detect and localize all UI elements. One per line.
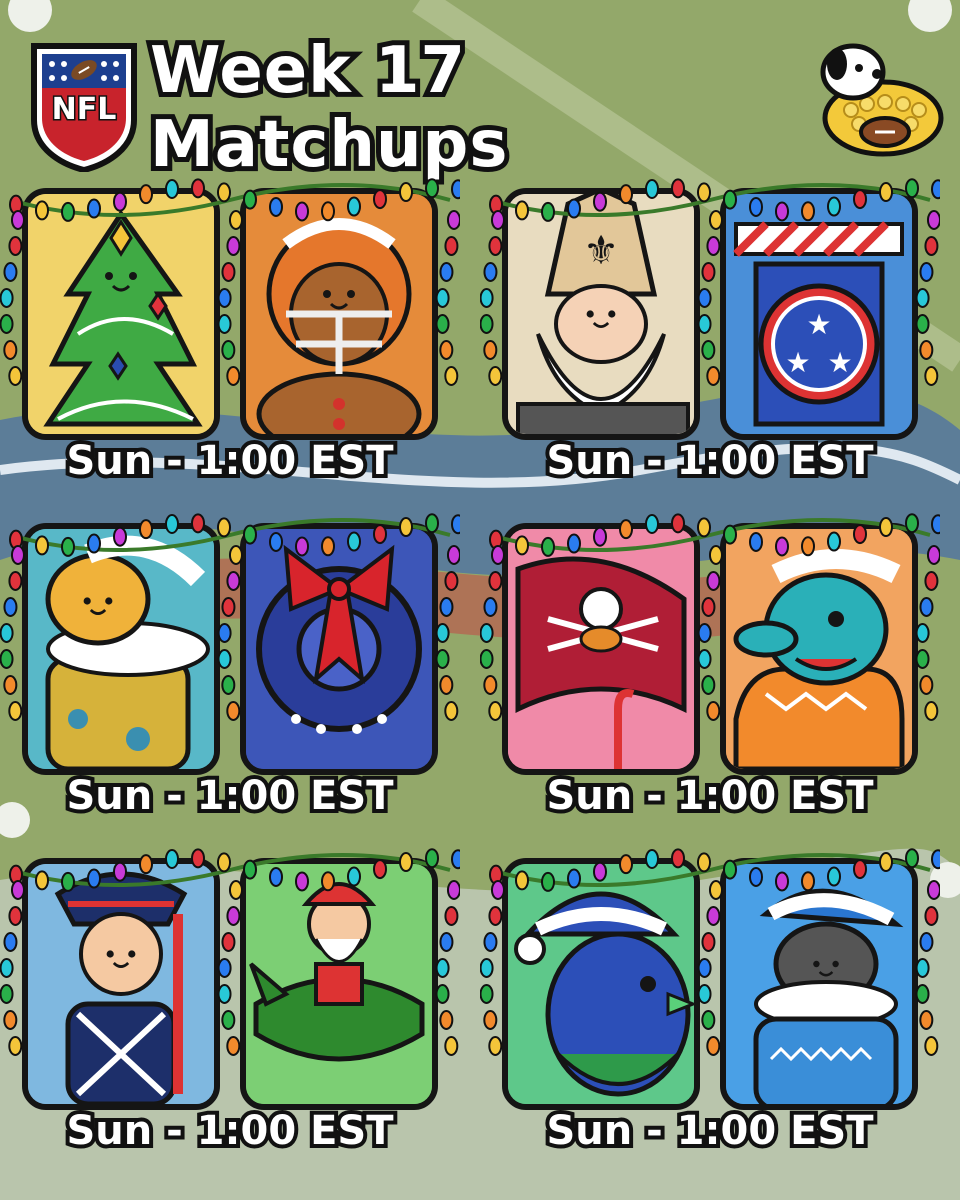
team-card-left [22,523,220,775]
header: Week 17 Matchups NFL [0,0,960,187]
team-card-left [22,188,220,440]
team-card-right [240,523,438,775]
cat-in-stocking-icon [726,864,912,1104]
page-title: Week 17 Matchups [145,29,815,187]
game-time-label: Sun - 1:00 EST [62,1104,397,1158]
game-time-label: Sun - 1:00 EST [542,434,877,488]
game-time-label: Sun - 1:00 EST [542,769,877,823]
santa-in-plane-icon [246,864,432,1104]
jaguar-in-stocking-icon [28,529,214,769]
dog-corn-mascot-icon [820,43,944,157]
nfl-logo-label: NFL [50,91,118,129]
pirate-flag-icon [508,529,694,769]
page-title-text: Week 17 Matchups [145,29,512,187]
game-time-label: Sun - 1:00 EST [542,1104,877,1158]
svg-text:★: ★ [806,308,831,341]
team-card-right [720,523,918,775]
svg-text:⚜: ⚜ [583,228,619,274]
team-card-right [240,188,438,440]
game-time-label: Sun - 1:00 EST [62,769,397,823]
gingerbread-football-player-icon [246,194,432,434]
blue-bird-in-hat-icon [508,864,694,1104]
wreath-with-bow-icon [246,529,432,769]
matchup-card: Sun - 1:00 EST [0,170,460,490]
team-card-right: ★ ★ ★ [720,188,918,440]
matchup-card: Sun - 1:00 EST [0,505,460,825]
svg-text:★: ★ [827,346,852,379]
christmas-tree-icon [28,194,214,434]
team-card-right [240,858,438,1110]
team-card-left [502,858,700,1110]
game-time-label: Sun - 1:00 EST [62,434,397,488]
team-card-left: ⚜ [502,188,700,440]
matchup-card: Sun - 1:00 EST [480,505,940,825]
dolphin-in-sweater-icon [726,529,912,769]
matchup-card: ⚜ ★ ★ ★ Sun - 1:00 EST [480,170,940,490]
patriot-soldier-icon [28,864,214,1104]
team-card-left [502,523,700,775]
svg-text:★: ★ [785,346,810,379]
matchup-card: Sun - 1:00 EST [0,840,460,1160]
team-card-right [720,858,918,1110]
team-card-left [22,858,220,1110]
shield-stars-icon: ★ ★ ★ [726,194,912,434]
bishop-saint-nicholas-icon: ⚜ [508,194,694,434]
matchup-card: Sun - 1:00 EST [480,840,940,1160]
